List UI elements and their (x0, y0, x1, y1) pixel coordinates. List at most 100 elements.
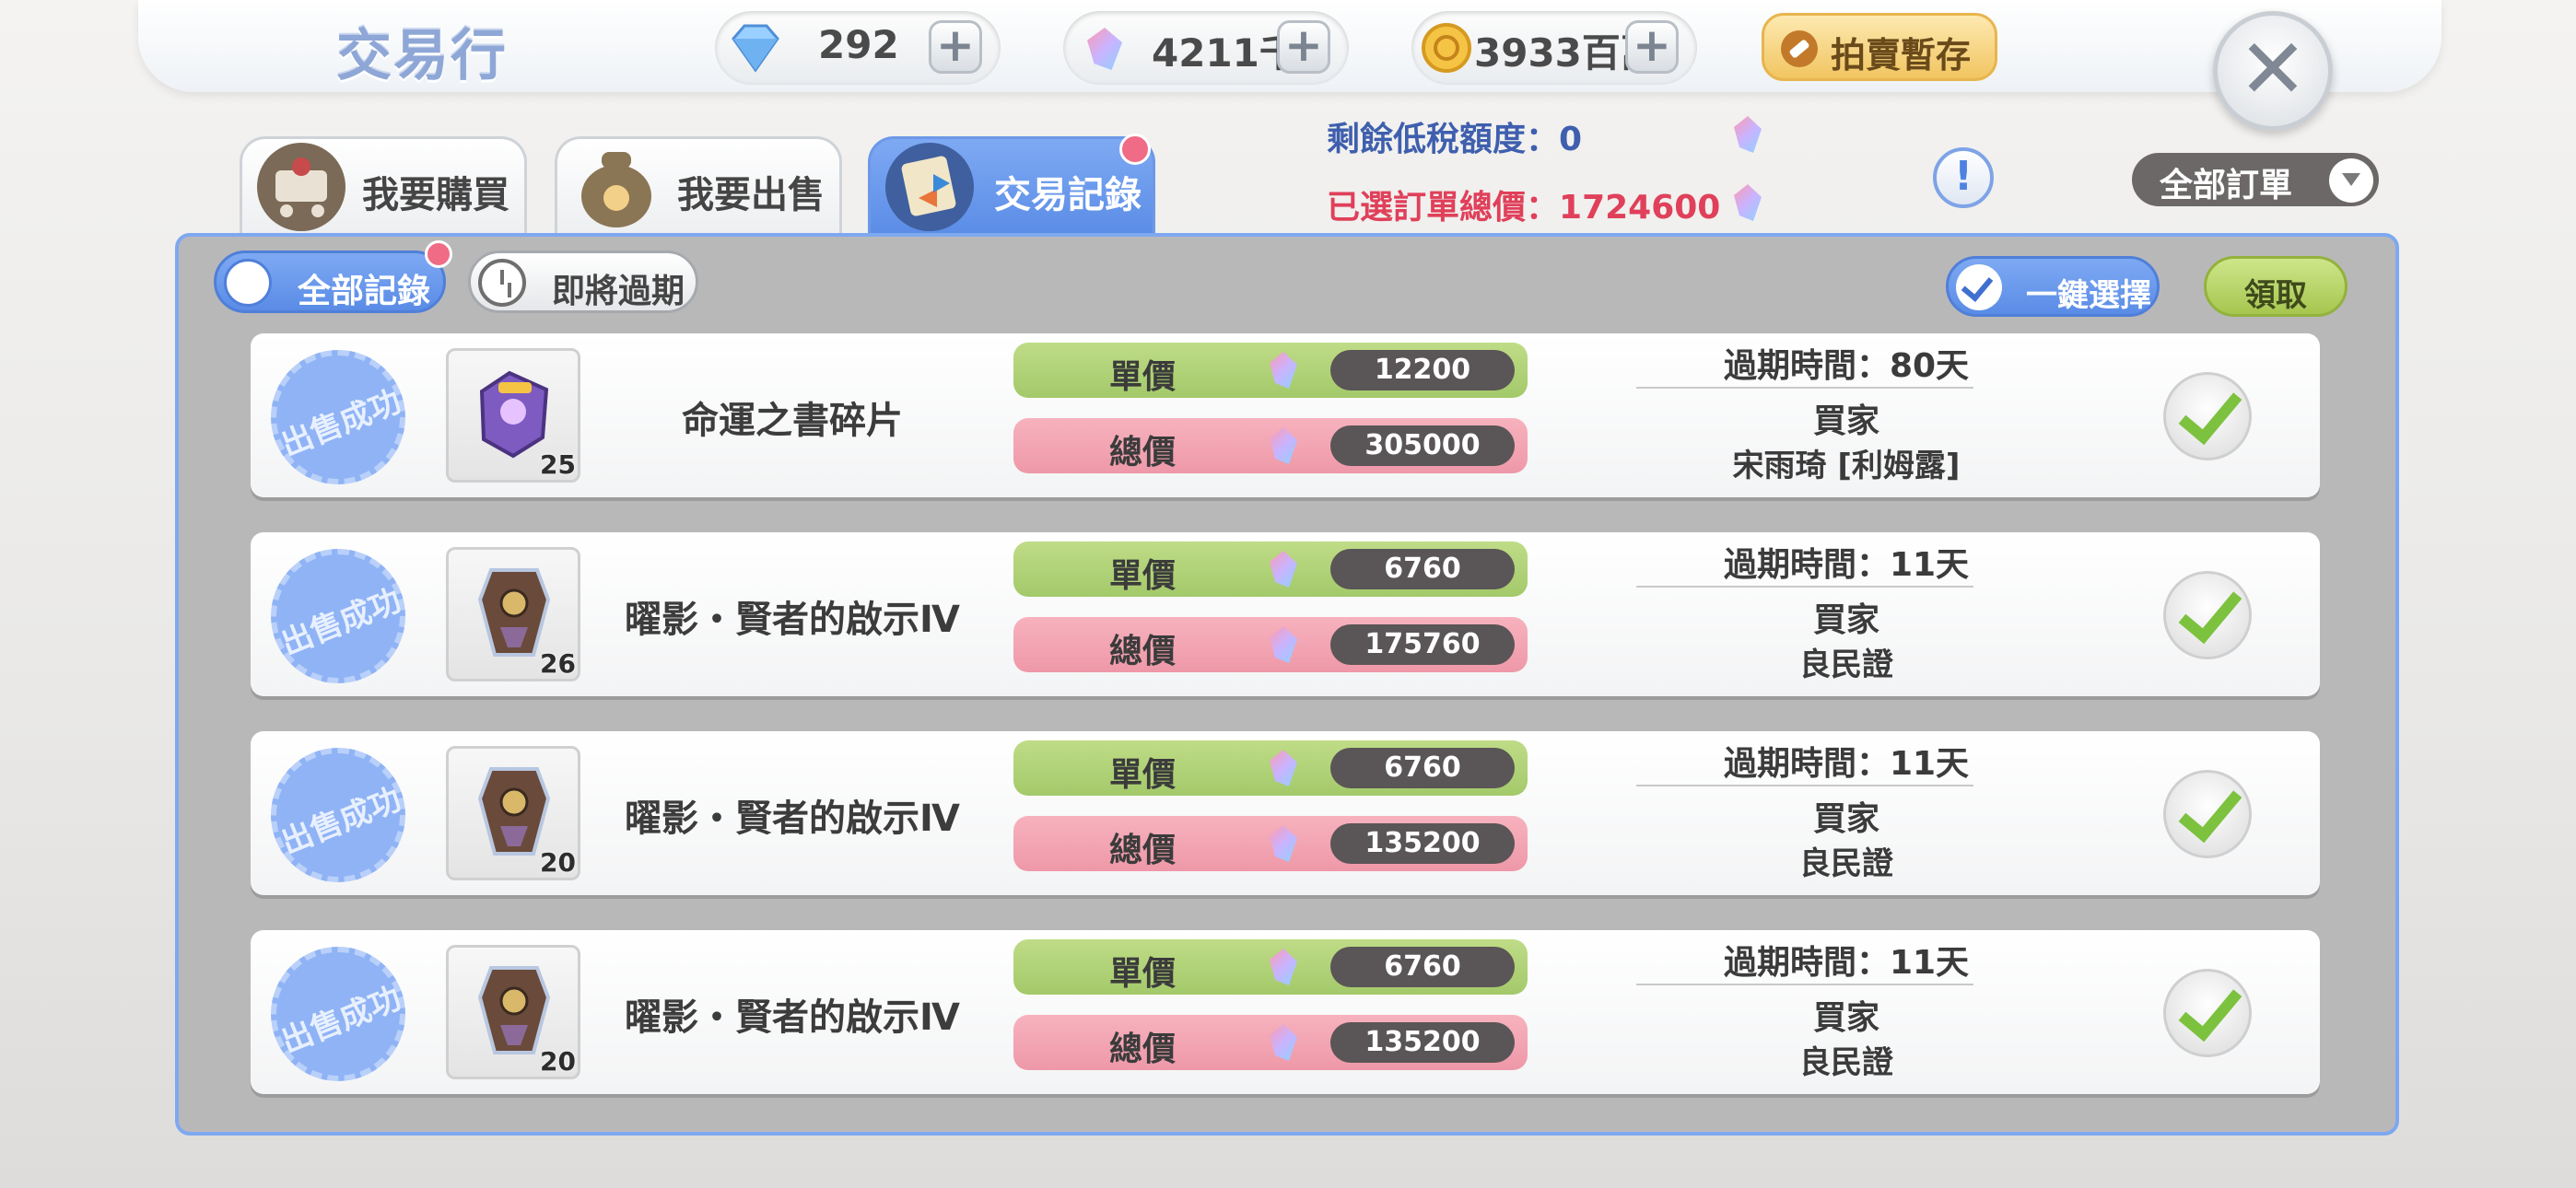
select-all-label: 一鍵選擇 (2026, 277, 2151, 314)
status-label: 出售成功 (275, 382, 406, 464)
add-zeny-button[interactable]: + (1625, 20, 1679, 74)
total-price-pill: 135200 (1330, 823, 1515, 864)
tab-sell[interactable]: 我要出售 (555, 136, 842, 238)
chevron-down-icon (2329, 158, 2373, 203)
expiry-time: 過期時間：11天 (1723, 944, 1970, 982)
notification-dot (1119, 134, 1151, 165)
selected-total-value: 1724600 (1559, 189, 1721, 227)
expiry-time: 過期時間：11天 (1723, 745, 1970, 783)
total-price-value: 175760 (1364, 628, 1481, 660)
buyer-label: 買家 (1812, 800, 1879, 838)
divider (1636, 387, 1973, 389)
record-row: 出售成功 26 曜影・賢者的啟示Ⅳ 單價 6760 總價 175760 過期時間… (251, 532, 2320, 696)
claim-button[interactable]: 領取 (2204, 256, 2348, 317)
add-diamond-button[interactable]: + (929, 20, 982, 74)
diamond-amount: 292 (818, 22, 899, 67)
crystal-icon (1270, 825, 1297, 862)
zeny-currency: 3933百萬 + (1411, 11, 1697, 85)
record-row: 出售成功 25 命運之書碎片 單價 12200 總價 305000 過期時間：8… (251, 333, 2320, 497)
close-button[interactable]: ✕ (2213, 11, 2333, 131)
row-checkbox[interactable] (2163, 571, 2252, 659)
tab-trade-records[interactable]: 交易記錄 (868, 134, 1155, 238)
item-slot[interactable]: 20 (446, 945, 580, 1079)
record-row: 出售成功 20 曜影・賢者的啟示Ⅳ 單價 6760 總價 135200 過期時間… (251, 731, 2320, 895)
unit-price-label: 單價 (1109, 955, 1177, 993)
auction-storage-button[interactable]: 拍賣暫存 (1762, 13, 1997, 81)
expiring-soon-button[interactable]: 即將過期 (468, 250, 698, 313)
crystal-icon (1270, 626, 1297, 663)
tax-quota: 剩餘低稅額度：0 (1327, 112, 1582, 160)
auction-storage-label: 拍賣暫存 (1831, 35, 1972, 76)
unit-price-pill: 6760 (1330, 549, 1515, 589)
buyer-name: 良民證 (1799, 845, 1893, 882)
total-price-label: 總價 (1109, 434, 1177, 472)
sold-stamp: 出售成功 (271, 549, 406, 683)
divider (1636, 984, 1973, 985)
crystal-icon (1734, 116, 1762, 153)
unit-price-bar: 單價 12200 (1013, 343, 1528, 398)
all-records-button[interactable]: 全部記錄 (214, 240, 452, 313)
crystal-icon (1734, 184, 1762, 221)
order-filter-select[interactable]: 全部訂單 (2132, 153, 2379, 206)
total-price-label: 總價 (1109, 1031, 1177, 1068)
buyer-label: 買家 (1812, 999, 1879, 1037)
item-slot[interactable]: 25 (446, 348, 580, 483)
tab-sell-label: 我要出售 (677, 174, 825, 216)
select-all-button[interactable]: 一鍵選擇 (1946, 256, 2160, 317)
item-quantity: 25 (540, 449, 576, 480)
page-title: 交易行 (336, 24, 508, 88)
sold-stamp: 出售成功 (271, 350, 406, 484)
clock-icon (478, 259, 526, 307)
tab-buy-label: 我要購買 (362, 174, 509, 216)
item-name: 曜影・賢者的啟示Ⅳ (625, 798, 960, 840)
item-quantity: 20 (540, 847, 576, 878)
order-filter-value: 全部訂單 (2160, 167, 2293, 204)
zeny-coin-icon (1422, 23, 1471, 73)
divider (1636, 785, 1973, 786)
help-icon[interactable]: ! (1933, 147, 1994, 208)
row-checkbox[interactable] (2163, 969, 2252, 1057)
buyer-name: 良民證 (1799, 646, 1893, 683)
crystal-currency: 4211千 + (1063, 11, 1349, 85)
status-label: 出售成功 (275, 979, 406, 1061)
item-slot[interactable]: 26 (446, 547, 580, 681)
item-name: 命運之書碎片 (682, 400, 903, 442)
trade-record-icon (885, 143, 974, 231)
hammer-icon (1781, 30, 1818, 67)
total-price-bar: 總價 135200 (1013, 1015, 1528, 1070)
total-price-pill: 135200 (1330, 1022, 1515, 1063)
records-list-icon (224, 259, 272, 307)
item-slot[interactable]: 20 (446, 746, 580, 880)
total-price-value: 305000 (1364, 429, 1481, 461)
total-price-bar: 總價 305000 (1013, 418, 1528, 473)
buyer-label: 買家 (1812, 402, 1879, 440)
item-name: 曜影・賢者的啟示Ⅳ (625, 599, 960, 641)
unit-price-pill: 6760 (1330, 947, 1515, 987)
record-row: 出售成功 20 曜影・賢者的啟示Ⅳ 單價 6760 總價 135200 過期時間… (251, 930, 2320, 1094)
selected-total-label: 已選訂單總價： (1327, 189, 1560, 227)
total-price-bar: 總價 175760 (1013, 617, 1528, 672)
tab-buy[interactable]: 我要購買 (240, 136, 527, 238)
buyer-name: 宋雨琦 [利姆露] (1732, 448, 1961, 484)
status-label: 出售成功 (275, 780, 406, 862)
add-crystal-button[interactable]: + (1277, 20, 1330, 74)
item-quantity: 20 (540, 1046, 576, 1077)
selected-total: 已選訂單總價：1724600 (1327, 181, 1720, 228)
total-price-value: 135200 (1364, 1026, 1481, 1058)
sold-stamp: 出售成功 (271, 947, 406, 1081)
unit-price-value: 6760 (1384, 553, 1461, 585)
row-checkbox[interactable] (2163, 372, 2252, 460)
money-bag-icon (581, 152, 651, 227)
tab-trade-records-label: 交易記錄 (994, 174, 1142, 216)
total-price-label: 總價 (1109, 633, 1177, 670)
status-label: 出售成功 (275, 581, 406, 663)
unit-price-value: 6760 (1384, 950, 1461, 983)
row-checkbox[interactable] (2163, 770, 2252, 858)
buyer-label: 買家 (1812, 601, 1879, 639)
crystal-icon (1270, 1024, 1297, 1061)
tax-quota-value: 0 (1559, 121, 1583, 158)
total-price-pill: 305000 (1330, 425, 1515, 466)
divider (1636, 586, 1973, 588)
total-price-bar: 總價 135200 (1013, 816, 1528, 871)
unit-price-bar: 單價 6760 (1013, 740, 1528, 796)
